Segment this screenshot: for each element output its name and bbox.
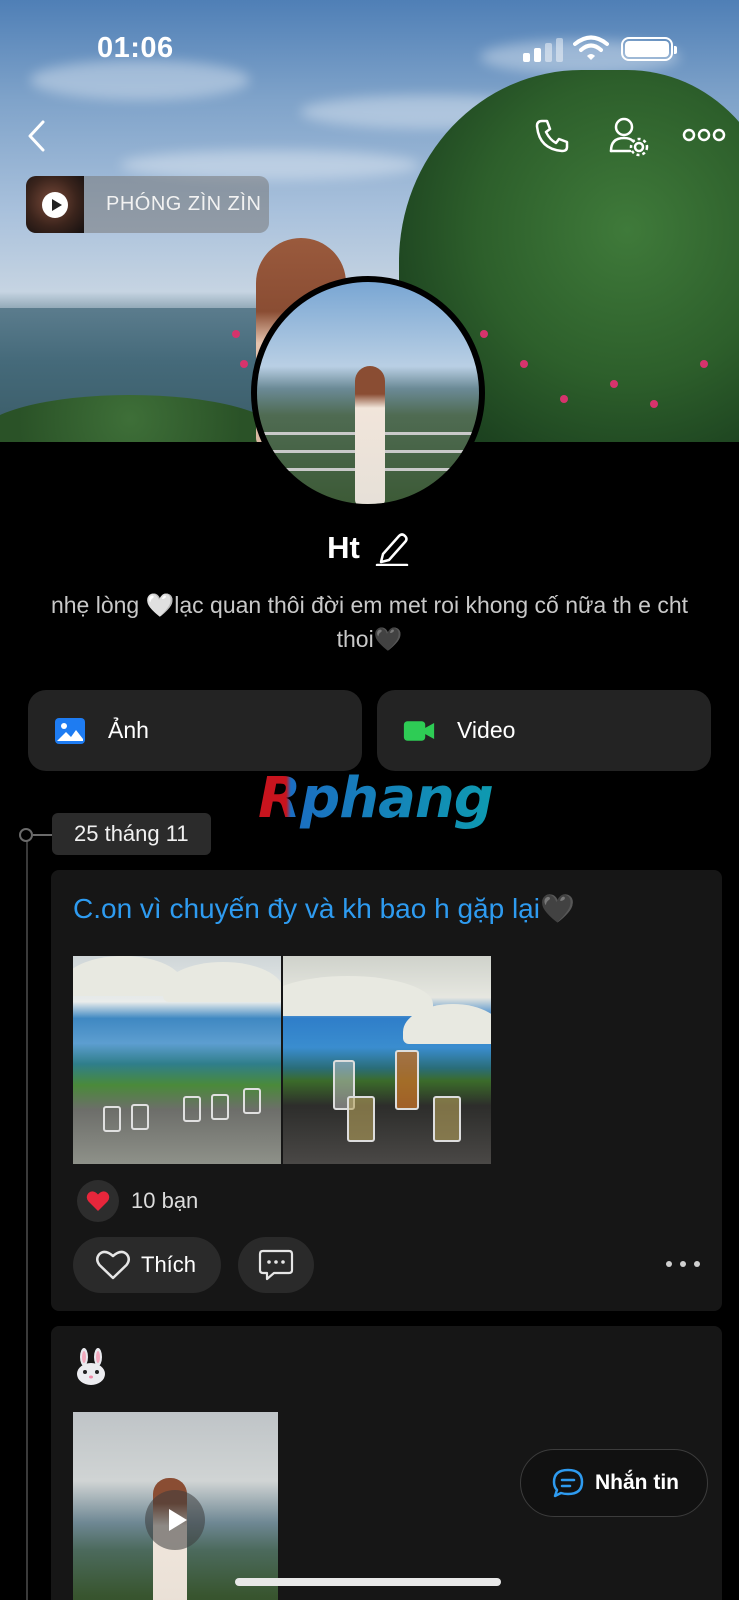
reaction-count: 10 bạn bbox=[131, 1188, 199, 1213]
more-icon[interactable] bbox=[680, 120, 728, 150]
profile-music-chip[interactable]: PHÓNG ZÌN ZÌN bbox=[26, 176, 269, 233]
comment-icon bbox=[258, 1249, 294, 1281]
status-time: 01:06 bbox=[97, 32, 174, 64]
watermark-logo: Rphang bbox=[258, 766, 494, 831]
home-indicator[interactable] bbox=[235, 1578, 501, 1586]
back-icon[interactable] bbox=[20, 116, 52, 156]
photos-label: Ảnh bbox=[108, 717, 149, 743]
photos-button[interactable]: Ảnh bbox=[28, 690, 362, 771]
user-settings-icon[interactable] bbox=[605, 112, 653, 160]
avatar[interactable] bbox=[251, 276, 485, 510]
post-photo[interactable] bbox=[283, 956, 491, 1164]
chat-icon bbox=[552, 1468, 584, 1498]
photo-icon bbox=[55, 717, 85, 744]
message-button[interactable]: Nhắn tin bbox=[520, 1449, 708, 1517]
post-photo[interactable] bbox=[73, 956, 281, 1164]
cellular-signal-icon bbox=[523, 38, 563, 62]
message-label: Nhắn tin bbox=[595, 1471, 679, 1494]
profile-page: 01:06 PHÓNG ZÌN ZÌN Ht nhẹ lòng 🤍lạc qua… bbox=[0, 0, 739, 1600]
timeline-line bbox=[26, 834, 28, 1600]
post-text: C.on vì chuyến đy và kh bao h gặp lại🖤 bbox=[73, 893, 575, 924]
profile-bio: nhẹ lòng 🤍lạc quan thôi đời em met roi k… bbox=[50, 592, 689, 652]
music-thumbnail bbox=[26, 176, 84, 233]
videos-label: Video bbox=[457, 717, 516, 743]
post-more-icon[interactable] bbox=[666, 1252, 700, 1276]
profile-name: Ht bbox=[327, 530, 360, 565]
timeline-date: 25 tháng 11 bbox=[52, 813, 211, 855]
heart-outline-icon bbox=[96, 1250, 130, 1280]
music-title: PHÓNG ZÌN ZÌN bbox=[106, 193, 262, 215]
like-label: Thích bbox=[141, 1252, 197, 1277]
play-icon[interactable] bbox=[145, 1490, 205, 1550]
post-card[interactable]: C.on vì chuyến đy và kh bao h gặp lại🖤 1… bbox=[51, 870, 722, 1311]
timeline-dot bbox=[19, 828, 33, 842]
comment-button[interactable] bbox=[238, 1237, 314, 1293]
reaction-summary[interactable]: 10 bạn bbox=[77, 1180, 198, 1222]
wifi-icon bbox=[573, 35, 609, 60]
phone-icon[interactable] bbox=[530, 114, 574, 158]
video-camera-icon bbox=[403, 720, 435, 741]
battery-icon bbox=[621, 37, 677, 61]
edit-name-icon[interactable] bbox=[375, 530, 409, 566]
like-button[interactable]: Thích bbox=[73, 1237, 221, 1293]
post-video-thumbnail[interactable] bbox=[73, 1412, 278, 1600]
play-icon bbox=[42, 191, 68, 218]
videos-button[interactable]: Video bbox=[377, 690, 711, 771]
heart-reaction-icon bbox=[77, 1180, 119, 1222]
rabbit-emoji-icon bbox=[77, 1348, 105, 1385]
